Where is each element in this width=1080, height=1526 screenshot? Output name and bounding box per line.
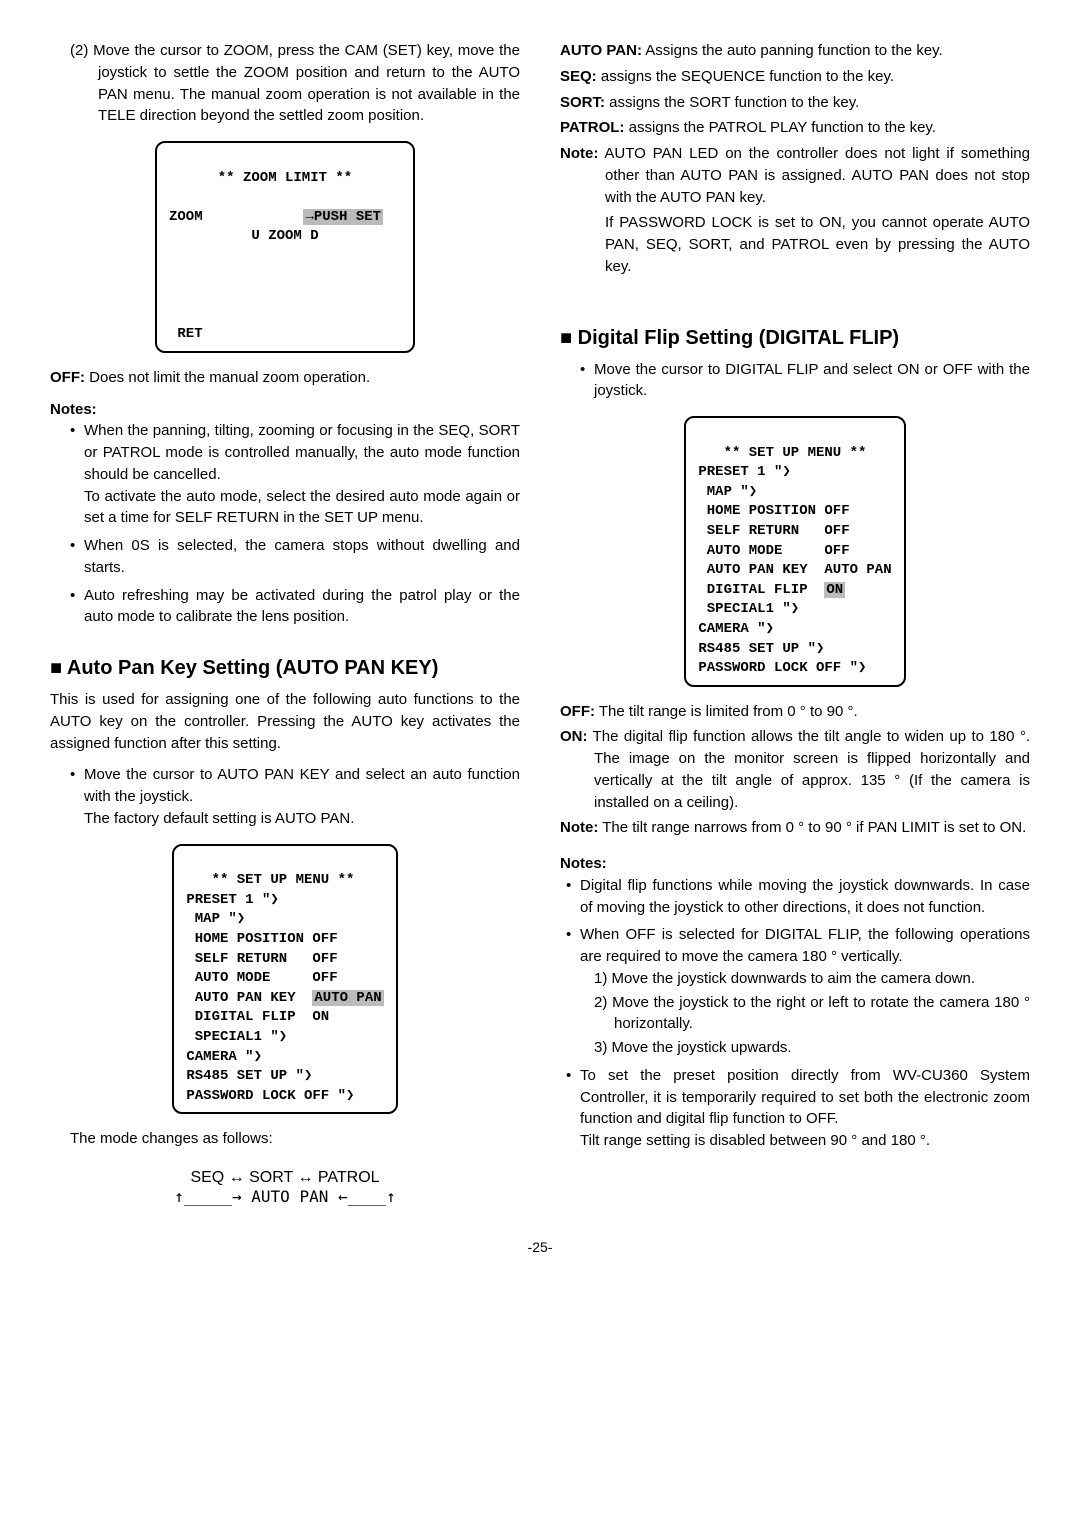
m1-l5: AUTO MODE OFF (186, 970, 337, 986)
n2-item-3: To set the preset position directly from… (566, 1065, 1030, 1152)
m1-auto-pan-hl: AUTO PAN (312, 990, 383, 1006)
setup-menu-2: ** SET UP MENU ** PRESET 1 "❯ MAP "❯ HOM… (684, 416, 905, 687)
setup-menu-1: ** SET UP MENU ** PRESET 1 "❯ MAP "❯ HOM… (172, 844, 397, 1115)
m2-l11: PASSWORD LOCK OFF "❯ (698, 660, 866, 676)
flip-note: Note: The tilt range narrows from 0 ° to… (560, 817, 1030, 839)
m2-on-hl: ON (824, 582, 845, 598)
m2-l7a: DIGITAL FLIP (698, 582, 824, 598)
flip-on-text: The digital flip function allows the til… (588, 728, 1031, 810)
zoom-limit-menu: ** ZOOM LIMIT ** ZOOM →PUSH SET U ZOOM D… (155, 141, 415, 353)
m2-l8: SPECIAL1 "❯ (698, 601, 799, 617)
m2-l4: SELF RETURN OFF (698, 523, 849, 539)
n2-sub-2: 2) Move the joystick to the right or lef… (580, 992, 1030, 1036)
m1-l7: DIGITAL FLIP ON (186, 1009, 329, 1025)
note-item-3: Auto refreshing may be activated during … (70, 585, 520, 629)
def-seq-text: assigns the SEQUENCE function to the key… (597, 68, 894, 85)
step-2-text: (2) Move the cursor to ZOOM, press the C… (50, 40, 520, 127)
mode-changes-text: The mode changes as follows: (50, 1128, 520, 1150)
def-patrol: PATROL: assigns the PATROL PLAY function… (560, 117, 1030, 139)
push-set-highlight: →PUSH SET (303, 209, 383, 225)
n2-item-3b-text: Tilt range setting is disabled between 9… (580, 1132, 930, 1149)
zoom-row1a: ZOOM (169, 209, 203, 225)
def-patrol-text: assigns the PATROL PLAY function to the … (624, 119, 936, 136)
notes-list-2: Digital flip functions while moving the … (560, 875, 1030, 1152)
m1-l4: SELF RETURN OFF (186, 951, 337, 967)
two-column-layout: (2) Move the cursor to ZOOM, press the C… (50, 40, 1030, 1207)
auto-pan-step-1-text: Move the cursor to AUTO PAN KEY and sele… (84, 766, 520, 805)
def-note: Note: AUTO PAN LED on the controller doe… (560, 143, 1030, 208)
m1-l2: MAP "❯ (186, 911, 245, 927)
notes2-heading: Notes: (560, 853, 1030, 875)
zoom-title: ** ZOOM LIMIT ** (169, 169, 401, 189)
m2-l3: HOME POSITION OFF (698, 503, 849, 519)
def-patrol-label: PATROL: (560, 119, 624, 136)
note-item-1: When the panning, tilting, zooming or fo… (70, 420, 520, 529)
note-1-text: When the panning, tilting, zooming or fo… (84, 422, 520, 483)
flip-on-label: ON: (560, 728, 588, 745)
m2-title: ** SET UP MENU ** (698, 445, 866, 461)
m2-l10: RS485 SET UP "❯ (698, 641, 824, 657)
n2-item-3-text: To set the preset position directly from… (580, 1067, 1030, 1128)
flip-steps: Move the cursor to DIGITAL FLIP and sele… (560, 359, 1030, 403)
flip-note-label: Note: (560, 819, 598, 836)
m1-l11: PASSWORD LOCK OFF "❯ (186, 1088, 354, 1104)
def-auto-pan: AUTO PAN: Assigns the auto panning funct… (560, 40, 1030, 62)
n2-sub-3: 3) Move the joystick upwards. (580, 1037, 1030, 1059)
mode-cycle-diagram: SEQ ↔ SORT ↔ PATROL ↑_____→ AUTO PAN ←__… (50, 1168, 520, 1206)
note-item-2: When 0S is selected, the camera stops wi… (70, 535, 520, 579)
def-auto-pan-text: Assigns the auto panning function to the… (642, 42, 943, 59)
left-column: (2) Move the cursor to ZOOM, press the C… (50, 40, 520, 1207)
flip-step-1: Move the cursor to DIGITAL FLIP and sele… (580, 359, 1030, 403)
m2-l6: AUTO PAN KEY AUTO PAN (698, 562, 891, 578)
page-number: -25- (50, 1237, 1030, 1257)
m2-l2: MAP "❯ (698, 484, 757, 500)
auto-pan-key-heading: ■ Auto Pan Key Setting (AUTO PAN KEY) (50, 656, 520, 681)
off-description: OFF: Does not limit the manual zoom oper… (50, 367, 520, 389)
auto-pan-intro: This is used for assigning one of the fo… (50, 689, 520, 754)
n2-item-2: When OFF is selected for DIGITAL FLIP, t… (566, 924, 1030, 1059)
def-sort-text: assigns the SORT function to the key. (605, 94, 859, 111)
def-sort: SORT: assigns the SORT function to the k… (560, 92, 1030, 114)
m1-l3: HOME POSITION OFF (186, 931, 337, 947)
flip-off-label: OFF: (560, 703, 595, 720)
right-column: AUTO PAN: Assigns the auto panning funct… (560, 40, 1030, 1207)
m2-l5: AUTO MODE OFF (698, 543, 849, 559)
notes-heading: Notes: (50, 399, 520, 421)
m1-l10: RS485 SET UP "❯ (186, 1068, 312, 1084)
m1-l6a: AUTO PAN KEY (186, 990, 312, 1006)
diagram-bottom-row: ↑_____→ AUTO PAN ←____↑ (50, 1187, 520, 1206)
m2-l9: CAMERA "❯ (698, 621, 774, 637)
n2-item-2-text: When OFF is selected for DIGITAL FLIP, t… (580, 926, 1030, 965)
m1-title: ** SET UP MENU ** (186, 872, 354, 888)
flip-on: ON: The digital flip function allows the… (560, 726, 1030, 813)
diagram-top-row: SEQ ↔ SORT ↔ PATROL (50, 1168, 520, 1187)
zoom-ret: RET (169, 326, 203, 342)
flip-note-text: The tilt range narrows from 0 ° to 90 ° … (598, 819, 1026, 836)
m2-l1: PRESET 1 "❯ (698, 464, 790, 480)
n2-sub-1: 1) Move the joystick downwards to aim th… (580, 968, 1030, 990)
def-note-text: AUTO PAN LED on the controller does not … (598, 145, 1030, 206)
def-note-label: Note: (560, 145, 598, 162)
def-note-cont: If PASSWORD LOCK is set to ON, you canno… (560, 212, 1030, 277)
off-label: OFF: (50, 369, 85, 386)
off-text: Does not limit the manual zoom operation… (85, 369, 370, 386)
notes-list-1: When the panning, tilting, zooming or fo… (50, 420, 520, 628)
digital-flip-heading: ■ Digital Flip Setting (DIGITAL FLIP) (560, 326, 1030, 351)
flip-off-text: The tilt range is limited from 0 ° to 90… (595, 703, 858, 720)
m1-l8: SPECIAL1 "❯ (186, 1029, 287, 1045)
auto-pan-steps: Move the cursor to AUTO PAN KEY and sele… (50, 764, 520, 829)
def-seq: SEQ: assigns the SEQUENCE function to th… (560, 66, 1030, 88)
auto-pan-step-1b-text: The factory default setting is AUTO PAN. (84, 810, 354, 827)
auto-pan-step-1: Move the cursor to AUTO PAN KEY and sele… (70, 764, 520, 829)
note-1b-text: To activate the auto mode, select the de… (84, 488, 520, 527)
zoom-row2: U ZOOM D (169, 227, 401, 247)
m1-l9: CAMERA "❯ (186, 1049, 262, 1065)
n2-item-1: Digital flip functions while moving the … (566, 875, 1030, 919)
def-seq-label: SEQ: (560, 68, 597, 85)
def-auto-pan-label: AUTO PAN: (560, 42, 642, 59)
flip-off: OFF: The tilt range is limited from 0 ° … (560, 701, 1030, 723)
m1-l1: PRESET 1 "❯ (186, 892, 278, 908)
def-sort-label: SORT: (560, 94, 605, 111)
